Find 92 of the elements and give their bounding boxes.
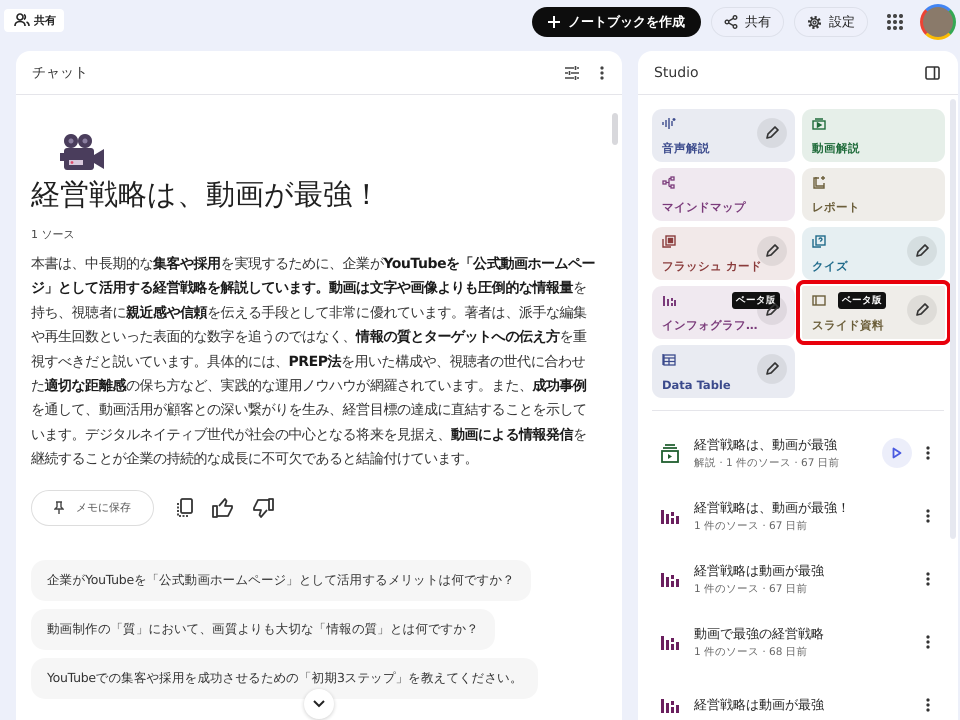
share-icon (724, 15, 738, 29)
share-button[interactable]: 共有 (711, 7, 784, 37)
tile-label: Data Table (662, 378, 732, 392)
output-title[interactable]: 経営戦略は、動画が最強 (694, 436, 868, 454)
pencil-icon (765, 126, 779, 140)
thumbs-up-icon[interactable] (212, 498, 234, 518)
people-icon (14, 13, 30, 27)
cards-icon (662, 234, 676, 248)
bar-chart-icon (660, 508, 680, 524)
gear-icon (807, 14, 822, 30)
settings-button[interactable]: 設定 (794, 7, 868, 37)
panel-title: チャット (32, 64, 88, 82)
quiz-icon (812, 234, 826, 248)
waveform-icon (662, 116, 676, 130)
source-count: 1 ソース (31, 227, 76, 242)
beta-badge: ベータ版 (838, 292, 886, 308)
scrollbar[interactable] (612, 113, 618, 145)
side-panel-icon[interactable] (925, 66, 940, 80)
play-button[interactable] (882, 438, 912, 468)
panel-title: Studio (654, 64, 699, 80)
suggested-question[interactable]: 企業がYouTubeを「公式動画ホームページ」として活用するメリットは何ですか？ (31, 560, 531, 601)
mind-map-icon (662, 176, 676, 188)
tile-label: クイズ (812, 259, 849, 274)
output-title[interactable]: 動画で最強の経営戦略 (694, 624, 912, 642)
notebook-title: 経営戦略は、動画が最強！ (31, 176, 382, 213)
video-icon (660, 442, 680, 462)
output-meta: 1 件のソース · 67 日前 (694, 582, 809, 596)
document-icon (812, 176, 826, 188)
more-icon[interactable] (600, 66, 604, 80)
output-title[interactable]: 経営戦略は動画が最強 (694, 696, 912, 714)
studio-tile[interactable]: マインドマップ (652, 168, 795, 221)
scrollbar[interactable] (950, 99, 956, 539)
tile-label: フラッシュ カード (662, 259, 764, 274)
tile-label: 動画解説 (812, 141, 861, 156)
output-title[interactable]: 経営戦略は、動画が最強！ (694, 498, 912, 516)
output-meta: 1 件のソース · 68 日前 (694, 644, 809, 658)
tile-label: インフォグラフ… (662, 318, 758, 333)
tile-label: マインドマップ (662, 200, 747, 215)
thumbs-down-icon[interactable] (252, 498, 274, 518)
plus-icon (548, 16, 560, 28)
bar-chart-icon (660, 696, 680, 712)
copy-icon[interactable] (176, 498, 194, 518)
edit-button[interactable] (757, 118, 787, 148)
pencil-icon (915, 244, 929, 258)
studio-tile[interactable]: 音声解説 (652, 109, 795, 162)
output-title[interactable]: 経営戦略は動画が最強 (694, 562, 912, 580)
pin-icon (54, 501, 64, 514)
tile-label: スライド資料 (812, 318, 885, 333)
movie-camera-icon (59, 133, 107, 173)
studio-tile[interactable]: ベータ版 インフォグラフ… (652, 286, 795, 339)
scroll-down-button[interactable] (304, 689, 334, 719)
more-icon[interactable] (926, 698, 930, 712)
pencil-icon (765, 362, 779, 376)
chevron-down-icon (313, 700, 325, 708)
studio-tile[interactable]: クイズ (802, 227, 945, 280)
studio-tile[interactable]: ベータ版 スライド資料 (802, 286, 945, 339)
bar-chart-icon (660, 570, 680, 586)
bar-chart-icon (660, 634, 680, 650)
bar-chart-icon (662, 294, 676, 306)
suggested-question[interactable]: 動画制作の「質」において、画質よりも大切な「情報の質」とは何ですか？ (31, 608, 495, 650)
tile-label: レポート (812, 200, 861, 215)
video-icon (812, 116, 826, 130)
pencil-icon (915, 303, 929, 317)
play-icon (892, 446, 902, 458)
output-meta: 1 件のソース · 67 日前 (694, 518, 809, 532)
table-icon (662, 352, 676, 366)
apps-grid-icon[interactable] (886, 13, 904, 31)
suggested-question[interactable]: YouTubeでの集客や採用を成功させるための「初期3ステップ」を教えてください。 (31, 658, 538, 699)
create-notebook-button[interactable]: ノートブックを作成 (532, 7, 701, 37)
save-to-note-button[interactable]: メモに保存 (31, 490, 154, 526)
tile-label: 音声解説 (662, 141, 711, 156)
output-meta: 解説 · 1 件のソース · 67 日前 (694, 456, 841, 470)
edit-button[interactable] (907, 236, 937, 266)
beta-badge: ベータ版 (732, 292, 780, 308)
more-icon[interactable] (926, 446, 930, 460)
pencil-icon (765, 303, 779, 317)
edit-button[interactable] (757, 295, 787, 325)
studio-tile[interactable]: フラッシュ カード (652, 227, 795, 280)
edit-button[interactable] (907, 295, 937, 325)
edit-button[interactable] (757, 354, 787, 384)
studio-tile[interactable]: レポート (802, 168, 945, 221)
slide-icon (812, 294, 826, 306)
studio-tile[interactable]: Data Table (652, 345, 795, 398)
summary-paragraph: 本書は、中長期的な集客や採用を実現するために、企業がYouTubeを「公式動画ホームページ」として活用する経営戦略を解説しています。動画は文字や画像よりも圧倒的な情報量を持ち、視聴者に親近感や信頼を伝える手段として非常に優れています。著者は、派手な編集や再生回数といった表面的な数字を追うのではなく、情報の質とターゲットへの伝え方を重視すべきだと説いています。具体的には、PREP法を用いた構成や、視聴者の世代に合わせた適切な距離感の保ち方など、実践的な運用ノウハウが網羅されています。また、成功事例を通して、動画活用が顧客との深い繋がりを生み、経営目標の達成に直結することを示しています。デジタルネイティブ世代が社会の中心となる将来を見据え、動画による情報発信を継続することが企業の持続的な成長に不可欠であると結論付けています。 (31, 254, 596, 470)
more-icon[interactable] (926, 508, 930, 522)
pencil-icon (765, 244, 779, 258)
tune-icon[interactable] (564, 66, 580, 80)
more-icon[interactable] (926, 634, 930, 648)
user-avatar[interactable] (920, 4, 956, 40)
shared-label: 共有 (4, 8, 64, 32)
studio-tile[interactable]: 動画解説 (802, 109, 945, 162)
more-icon[interactable] (926, 572, 930, 586)
